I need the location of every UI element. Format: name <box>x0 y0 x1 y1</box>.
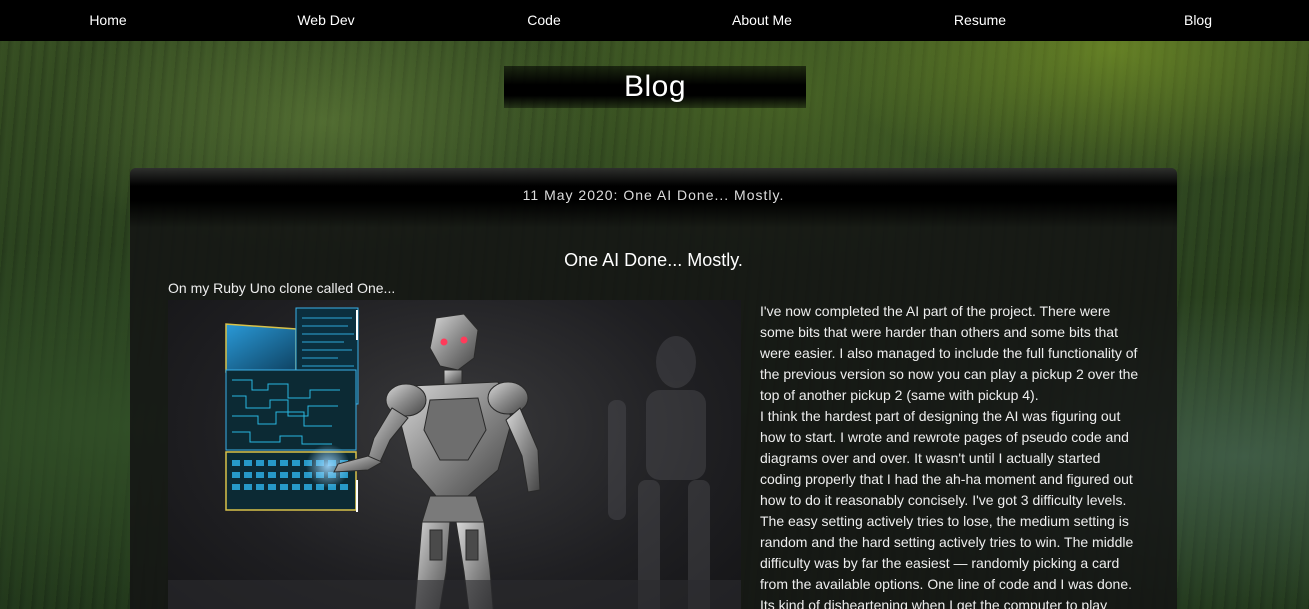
post-header-title[interactable]: 11 May 2020: One AI Done... Mostly. <box>130 168 1177 203</box>
nav-about-me[interactable]: About Me <box>732 0 792 41</box>
blog-post-panel: 11 May 2020: One AI Done... Mostly. One … <box>130 168 1177 609</box>
nav-resume[interactable]: Resume <box>954 0 1006 41</box>
nav-home[interactable]: Home <box>89 0 126 41</box>
post-image-robot <box>168 300 741 609</box>
post-paragraph-1: I've now completed the AI part of the pr… <box>760 303 1139 403</box>
post-title: One AI Done... Mostly. <box>564 250 743 270</box>
robot-illustration <box>168 307 741 609</box>
page-title-banner: Blog <box>504 66 806 108</box>
nav-blog[interactable]: Blog <box>1184 0 1212 41</box>
top-nav: Home Web Dev Code About Me Resume Blog <box>0 0 1309 41</box>
post-intro: On my Ruby Uno clone called One... <box>168 280 396 296</box>
post-header-bar[interactable]: 11 May 2020: One AI Done... Mostly. <box>130 168 1177 228</box>
nav-code[interactable]: Code <box>527 0 560 41</box>
nav-web-dev[interactable]: Web Dev <box>297 0 354 41</box>
post-paragraph-2: I think the hardest part of designing th… <box>760 408 1134 609</box>
page-title: Blog <box>623 70 687 103</box>
post-body: I've now completed the AI part of the pr… <box>760 301 1140 609</box>
